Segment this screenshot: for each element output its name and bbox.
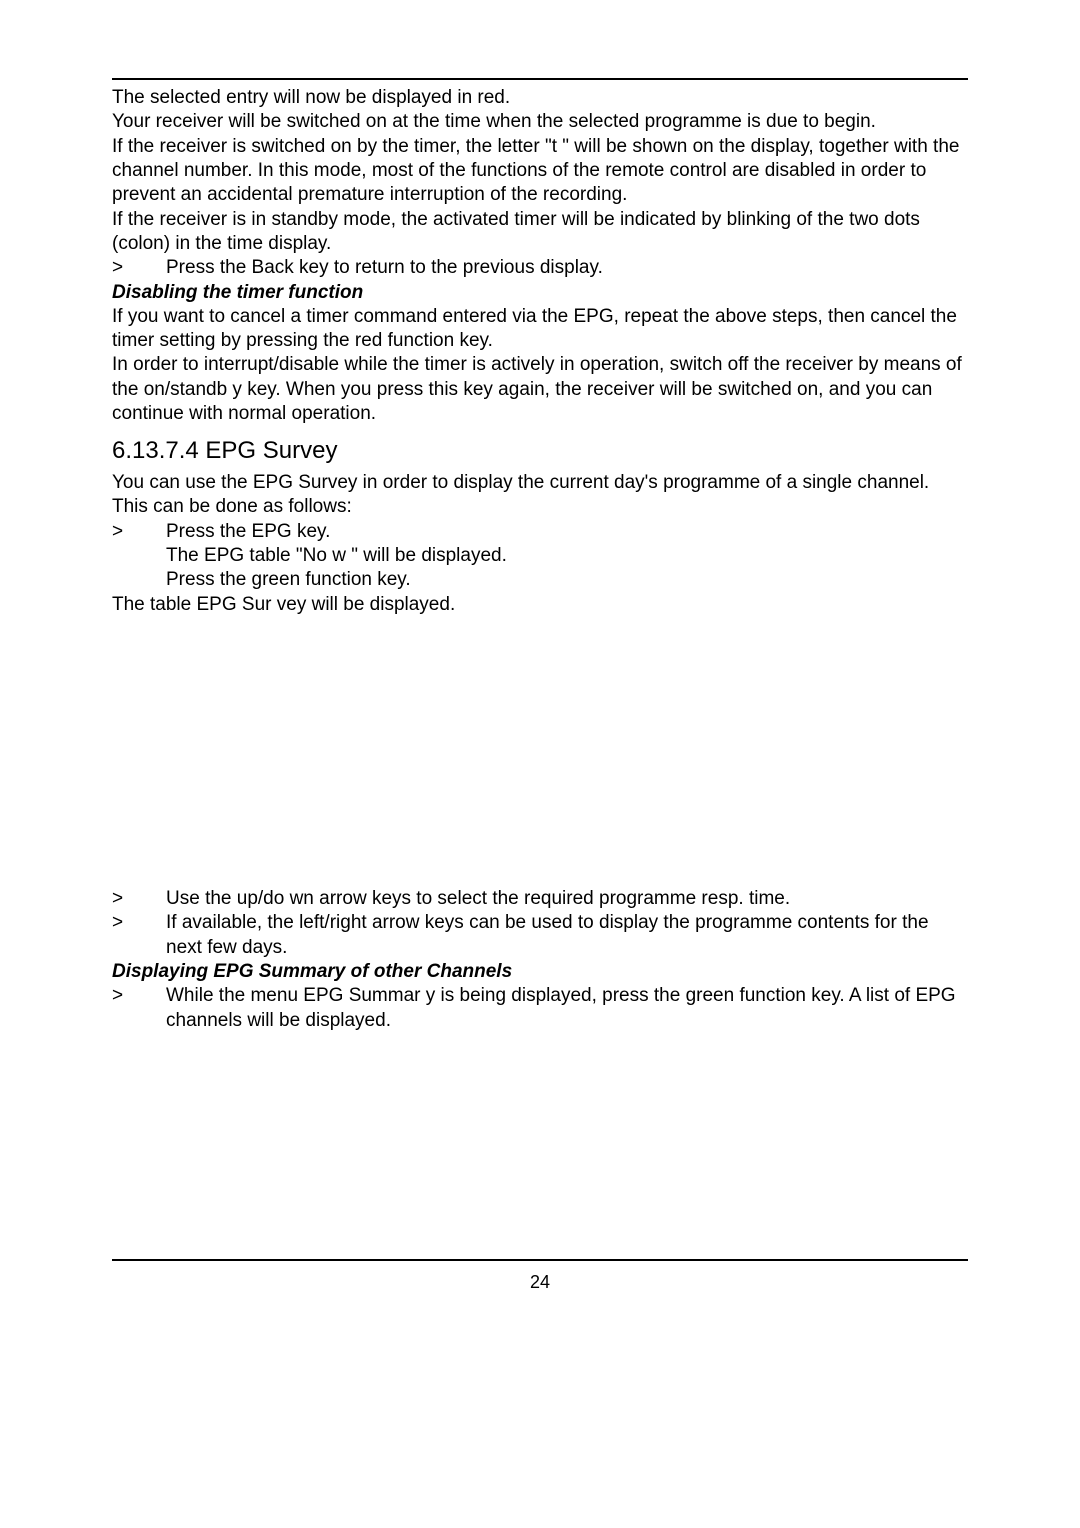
para-receiver-switch: Your receiver will be switched on at the… [112,110,968,134]
bottom-image-placeholder [112,1033,968,1253]
para-interrupt-disable: In order to interrupt/disable while the … [112,353,968,426]
step-marker: > [112,520,166,544]
step-leftright-text: If available, the left/right arrow keys … [166,911,968,960]
para-cancel-timer: If you want to cancel a timer command en… [112,305,968,354]
para-survey-table: The table EPG Sur vey will be displayed. [112,593,968,617]
step-marker: > [112,984,166,1033]
para-epg-survey-intro: You can use the EPG Survey in order to d… [112,471,968,520]
step-leftright: > If available, the left/right arrow key… [112,911,968,960]
step-back-text: Press the Back key to return to the prev… [166,256,968,280]
step-marker: > [112,256,166,280]
step-press-epg-text: Press the EPG key. [166,520,968,544]
step-updown-text: Use the up/do wn arrow keys to select th… [166,887,968,911]
step-back: > Press the Back key to return to the pr… [112,256,968,280]
heading-disable-timer: Disabling the timer function [112,281,968,305]
step-summary-text: While the menu EPG Summar y is being dis… [166,984,968,1033]
step-updown: > Use the up/do wn arrow keys to select … [112,887,968,911]
para-timer-letter: If the receiver is switched on by the ti… [112,135,968,208]
heading-other-channels: Displaying EPG Summary of other Channels [112,960,968,984]
step-press-epg: > Press the EPG key. [112,520,968,544]
para-selected-red: The selected entry will now be displayed… [112,86,968,110]
bottom-rule [112,1259,968,1261]
top-rule [112,78,968,80]
para-standby: If the receiver is in standby mode, the … [112,208,968,257]
step-marker: > [112,911,166,960]
step-press-green: Press the green function key. [166,568,968,592]
step-marker: > [112,887,166,911]
step-summary: > While the menu EPG Summar y is being d… [112,984,968,1033]
step-now-table: The EPG table "No w " will be displayed. [166,544,968,568]
survey-image-placeholder [112,617,968,887]
page-number: 24 [112,1271,968,1294]
heading-epg-survey: 6.13.7.4 EPG Survey [112,436,968,467]
